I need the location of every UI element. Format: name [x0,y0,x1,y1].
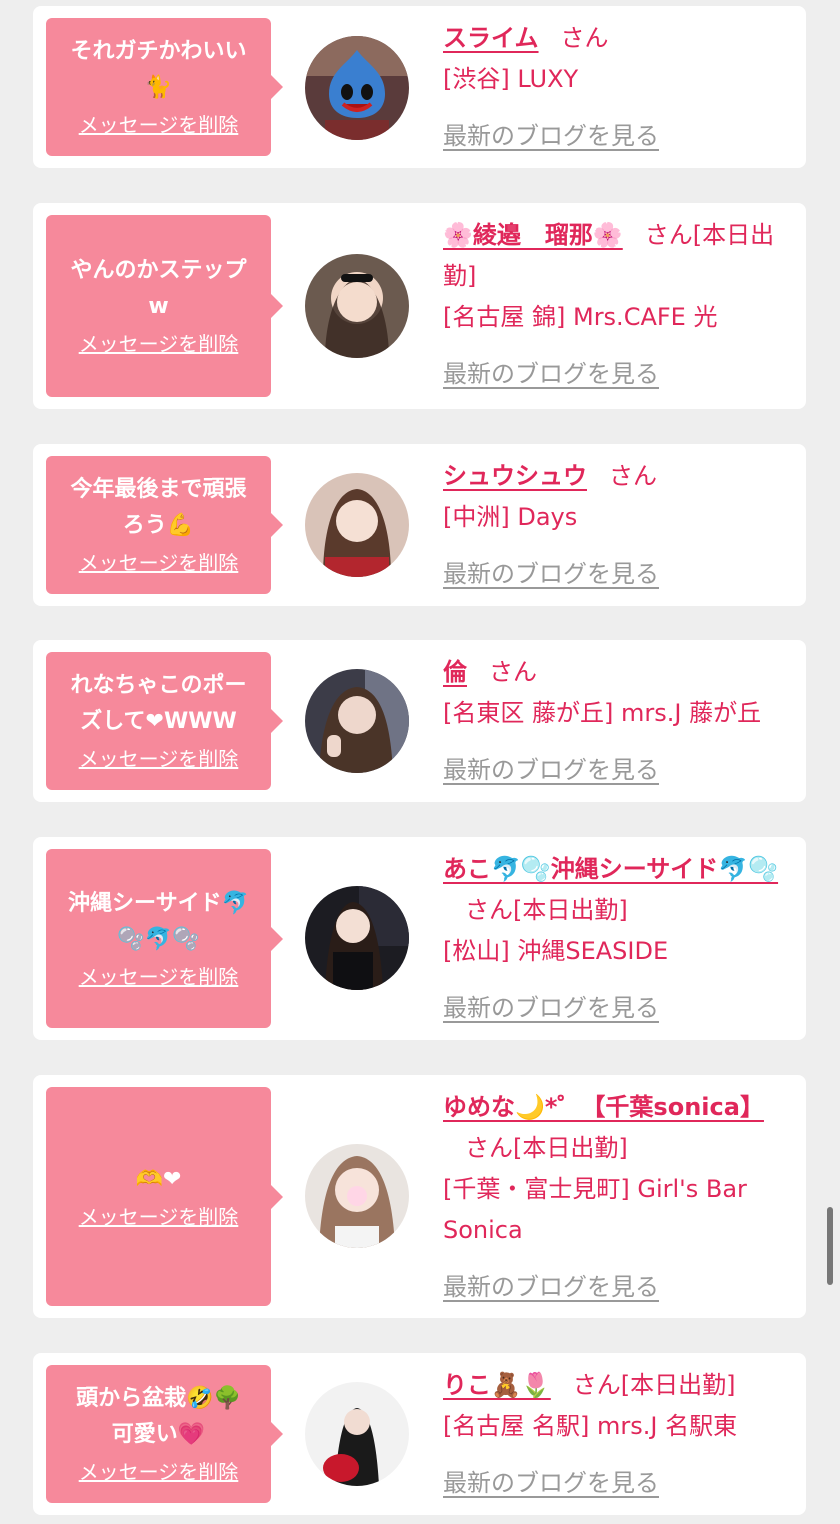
message-text: 頭から盆栽🤣🌳 可愛い💗 [76,1386,241,1447]
avatar[interactable] [305,669,409,773]
message-bubble: 今年最後まで頑張 ろう💪 メッセージを削除 [46,456,283,594]
shop-label: [名古屋 錦] Mrs.CAFE 光 [443,303,718,331]
latest-blog-link[interactable]: 最新のブログを見る [443,988,659,1029]
message-text: 🫶❤ [135,1166,182,1192]
message-card: やんのかステップ w メッセージを削除 🌸綾邉 瑠那🌸 さん[本日出勤] [名古屋… [33,203,806,409]
message-card: 頭から盆栽🤣🌳 可愛い💗 メッセージを削除 りこ🧸🌷 さん[本日出勤] [名古屋 … [33,1353,806,1515]
cast-suffix: さん [609,462,657,490]
avatar[interactable] [305,254,409,358]
delete-message-link[interactable]: メッセージを削除 [79,1202,239,1232]
message-text: それガチかわいい 🐈 [70,39,247,100]
message-text: やんのかステップ w [70,258,247,319]
shop-label: [名古屋 名駅] mrs.J 名駅東 [443,1412,738,1440]
cast-name-link[interactable]: 倫 [443,658,467,686]
cast-suffix: さん [560,24,609,52]
cast-info: 倫さん [名東区 藤が丘] mrs.J 藤が丘 最新のブログを見る [443,652,798,791]
latest-blog-link[interactable]: 最新のブログを見る [443,1463,659,1504]
shop-label: [松山] 沖縄SEASIDE [443,937,669,965]
cast-info: 🌸綾邉 瑠那🌸 さん[本日出勤] [名古屋 錦] Mrs.CAFE 光 最新のブロ… [443,215,798,395]
message-card: 🫶❤ メッセージを削除 ゆめな🌙*゜【千葉sonica】さん[本日出勤] [千葉… [33,1075,806,1318]
message-text: れなちゃこのポー ズして❤WWW [70,673,247,734]
latest-blog-link[interactable]: 最新のブログを見る [443,750,659,791]
girl-avatar-icon [305,473,409,577]
message-list: それガチかわいい 🐈 メッセージを削除 スライム さん [渋谷] LUXY 最新の… [0,0,840,1524]
cast-info: あこ🐬🫧沖縄シーサイド🐬🫧 さん[本日出勤] [松山] 沖縄SEASIDE 最新の… [443,849,798,1029]
message-card: それガチかわいい 🐈 メッセージを削除 スライム さん [渋谷] LUXY 最新の… [33,6,806,168]
delete-message-link[interactable]: メッセージを削除 [79,962,239,992]
scrollbar[interactable] [827,1207,833,1285]
cast-info: りこ🧸🌷 さん[本日出勤] [名古屋 名駅] mrs.J 名駅東 最新のブログを見… [443,1365,798,1504]
message-bubble: それガチかわいい 🐈 メッセージを削除 [46,18,283,156]
girl-avatar-icon [305,1382,409,1486]
message-bubble: 🫶❤ メッセージを削除 [46,1087,283,1306]
cast-name-link[interactable]: りこ🧸🌷 [443,1371,551,1399]
latest-blog-link[interactable]: 最新のブログを見る [443,554,659,595]
cast-suffix: さん[本日出勤] [572,1371,736,1399]
message-card: 沖縄シーサイド🐬 🫧🐬🫧 メッセージを削除 あこ🐬🫧沖縄シーサイド🐬🫧 さん[本日… [33,837,806,1040]
girl-avatar-icon [305,254,409,358]
cast-suffix: さん [489,658,537,686]
cast-name-link[interactable]: あこ🐬🫧沖縄シーサイド🐬🫧 [443,855,778,883]
cast-suffix: さん[本日出勤] [465,1134,628,1162]
cast-name-link[interactable]: ゆめな🌙*゜【千葉sonica】 [443,1093,764,1121]
girl-avatar-icon [305,1144,409,1248]
message-bubble: やんのかステップ w メッセージを削除 [46,215,283,397]
message-bubble: 頭から盆栽🤣🌳 可愛い💗 メッセージを削除 [46,1365,283,1503]
cast-info: シュウシュウ さん [中洲] Days 最新のブログを見る [443,456,798,595]
delete-message-link[interactable]: メッセージを削除 [79,329,239,359]
avatar[interactable] [305,1382,409,1486]
delete-message-link[interactable]: メッセージを削除 [79,548,239,578]
message-text: 沖縄シーサイド🐬 🫧🐬🫧 [68,890,249,952]
avatar[interactable] [305,1144,409,1248]
cast-name-link[interactable]: シュウシュウ [443,462,587,490]
delete-message-link[interactable]: メッセージを削除 [79,744,239,774]
message-text: 今年最後まで頑張 ろう💪 [70,477,247,538]
cast-info: ゆめな🌙*゜【千葉sonica】さん[本日出勤] [千葉・富士見町] Girl'… [443,1087,798,1308]
cast-suffix: さん[本日出勤] [465,896,628,924]
delete-message-link[interactable]: メッセージを削除 [79,110,239,140]
cast-info: スライム さん [渋谷] LUXY 最新のブログを見る [443,18,798,157]
message-card: れなちゃこのポー ズして❤WWW メッセージを削除 倫さん [名東区 藤が丘] … [33,640,806,802]
delete-message-link[interactable]: メッセージを削除 [79,1457,239,1487]
message-card: 今年最後まで頑張 ろう💪 メッセージを削除 シュウシュウ さん [中洲] Days… [33,444,806,606]
latest-blog-link[interactable]: 最新のブログを見る [443,116,659,157]
shop-label: [名東区 藤が丘] mrs.J 藤が丘 [443,699,762,727]
shop-label: [中洲] Days [443,503,578,531]
girl-avatar-icon [305,886,409,990]
shop-label: [渋谷] LUXY [443,65,579,93]
message-bubble: れなちゃこのポー ズして❤WWW メッセージを削除 [46,652,283,790]
girl-avatar-icon [305,669,409,773]
shop-label: [千葉・富士見町] Girl's Bar Sonica [443,1175,747,1244]
avatar[interactable] [305,473,409,577]
cast-name-link[interactable]: 🌸綾邉 瑠那🌸 [443,221,623,249]
slime-avatar-icon [305,36,409,140]
avatar[interactable] [305,36,409,140]
latest-blog-link[interactable]: 最新のブログを見る [443,1267,659,1308]
avatar[interactable] [305,886,409,990]
latest-blog-link[interactable]: 最新のブログを見る [443,354,659,395]
message-bubble: 沖縄シーサイド🐬 🫧🐬🫧 メッセージを削除 [46,849,283,1028]
cast-name-link[interactable]: スライム [443,24,539,52]
